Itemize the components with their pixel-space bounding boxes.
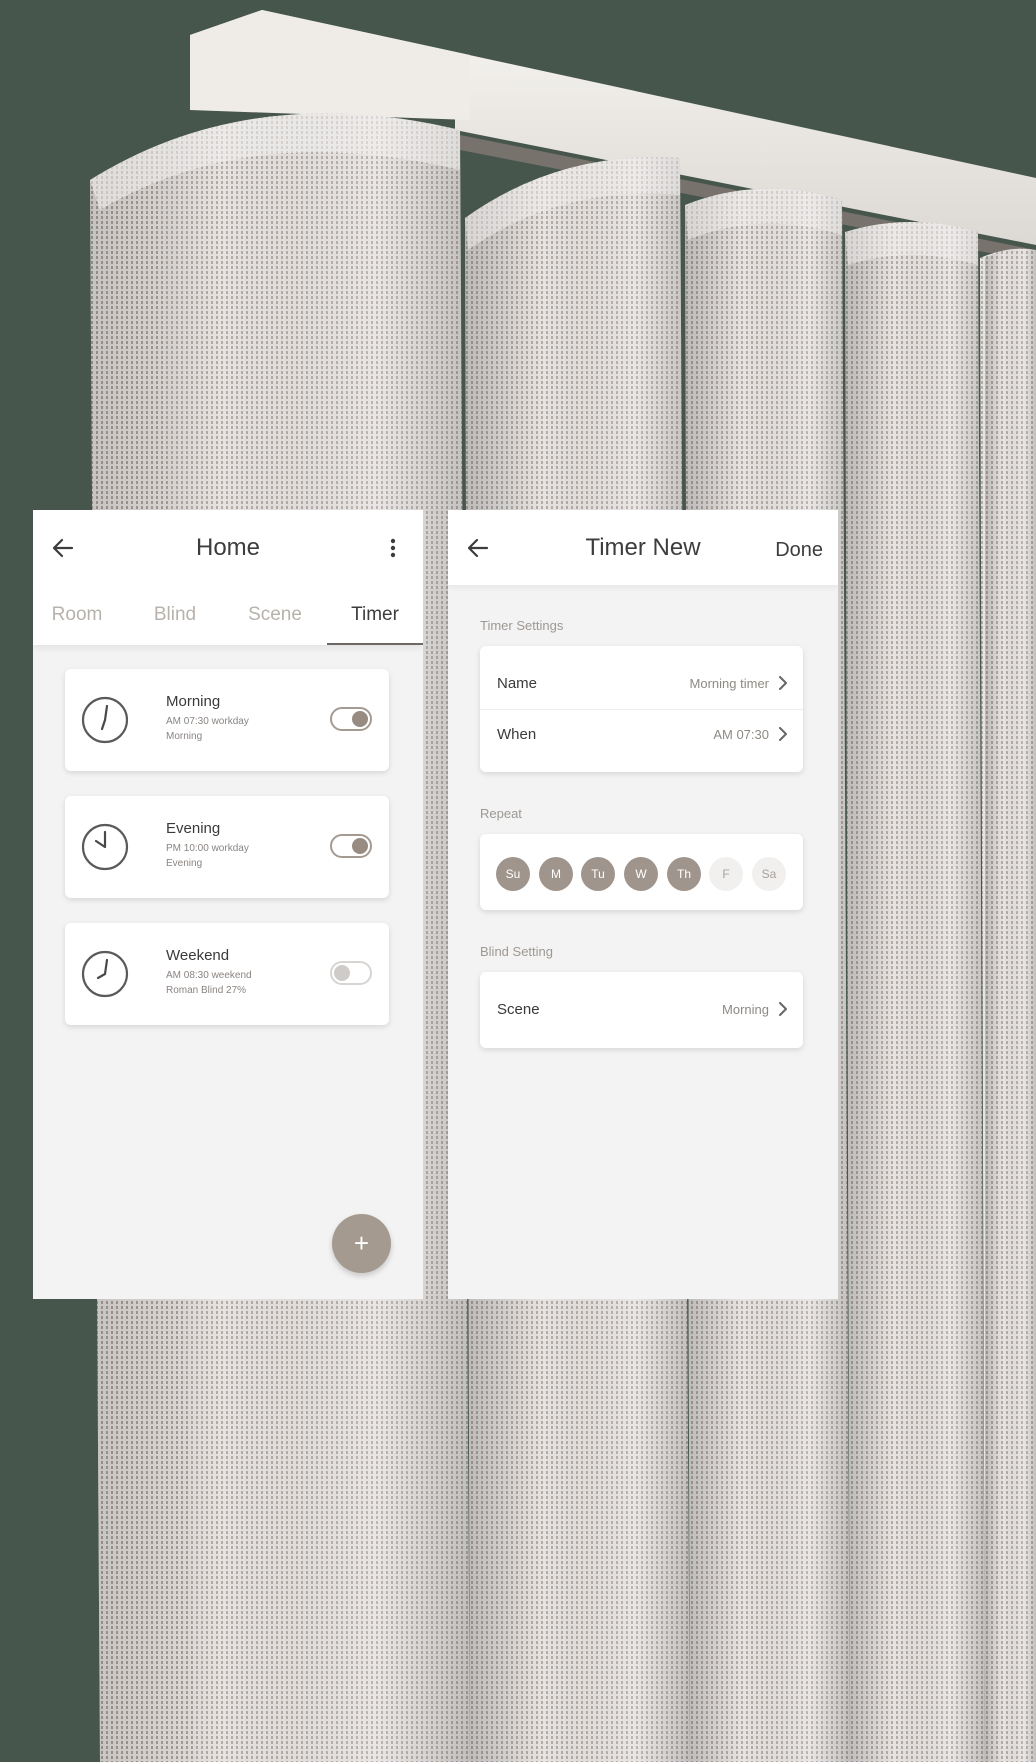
timer-toggle[interactable] — [330, 834, 372, 858]
active-tab-indicator — [327, 643, 423, 645]
tab-room[interactable]: Room — [33, 585, 121, 645]
name-label: Name — [497, 675, 538, 692]
chevron-right-icon — [779, 676, 787, 690]
timer-schedule: PM 10:00 workday — [166, 843, 249, 854]
timer-toggle[interactable] — [330, 707, 372, 731]
timer-scene: Roman Blind 27% — [166, 985, 247, 996]
day-thursday[interactable]: Th — [667, 857, 701, 891]
timer-name: Weekend — [166, 947, 230, 964]
clock-icon — [81, 696, 129, 744]
toggle-knob — [352, 711, 368, 727]
vertical-dots-icon — [390, 538, 396, 558]
when-label: When — [497, 726, 537, 743]
plus-icon: + — [353, 1228, 370, 1258]
name-row[interactable]: Name Morning timer — [480, 658, 803, 709]
day-wednesday[interactable]: W — [624, 857, 658, 891]
repeat-panel: Su M Tu W Th F Sa — [480, 834, 803, 910]
repeat-label: Repeat — [480, 806, 522, 821]
timer-schedule: AM 08:30 weekend — [166, 970, 252, 981]
timer-schedule: AM 07:30 workday — [166, 716, 249, 727]
timer-settings-panel: Name Morning timer When AM 07:30 — [480, 646, 803, 772]
timer-name: Evening — [166, 820, 221, 837]
chevron-right-icon — [779, 727, 787, 741]
tab-bar: Room Blind Scene Timer — [33, 585, 423, 645]
done-button[interactable]: Done — [775, 510, 823, 585]
timer-new-screen: Timer New Done Timer Settings Name Morni… — [448, 510, 838, 1299]
toggle-knob — [352, 838, 368, 854]
timer-name: Morning — [166, 693, 221, 710]
blind-setting-panel: Scene Morning — [480, 972, 803, 1048]
timer-scene: Morning — [166, 731, 203, 742]
clock-icon — [81, 823, 129, 871]
day-sunday[interactable]: Su — [496, 857, 530, 891]
timer-card-morning[interactable]: Morning AM 07:30 workday Morning — [65, 669, 389, 771]
scene-label: Scene — [497, 1001, 540, 1018]
chevron-right-icon — [779, 1002, 787, 1016]
scene-value: Morning — [722, 1002, 769, 1017]
tab-scene[interactable]: Scene — [231, 585, 319, 645]
clock-icon — [81, 950, 129, 998]
tab-timer[interactable]: Timer — [327, 585, 423, 645]
day-friday[interactable]: F — [709, 857, 743, 891]
toggle-knob — [334, 965, 350, 981]
day-monday[interactable]: M — [539, 857, 573, 891]
home-top-bar: Home — [33, 510, 423, 585]
scene-row[interactable]: Scene Morning — [480, 984, 803, 1035]
home-screen: Home Room Blind Scene Timer Morning AM 0… — [33, 510, 423, 1299]
tab-blind[interactable]: Blind — [131, 585, 219, 645]
day-tuesday[interactable]: Tu — [581, 857, 615, 891]
when-value: AM 07:30 — [713, 727, 769, 742]
timer-scene: Evening — [166, 858, 203, 869]
blind-setting-label: Blind Setting — [480, 944, 553, 959]
more-menu-button[interactable] — [373, 528, 413, 568]
page-title: Home — [195, 534, 261, 561]
name-value: Morning timer — [689, 676, 769, 691]
timer-top-bar: Timer New Done — [448, 510, 838, 585]
add-timer-button[interactable]: + — [332, 1214, 391, 1273]
day-saturday[interactable]: Sa — [752, 857, 786, 891]
when-row[interactable]: When AM 07:30 — [480, 709, 803, 760]
timer-card-evening[interactable]: Evening PM 10:00 workday Evening — [65, 796, 389, 898]
timer-toggle[interactable] — [330, 961, 372, 985]
timer-settings-label: Timer Settings — [480, 618, 564, 633]
timer-card-weekend[interactable]: Weekend AM 08:30 weekend Roman Blind 27% — [65, 923, 389, 1025]
